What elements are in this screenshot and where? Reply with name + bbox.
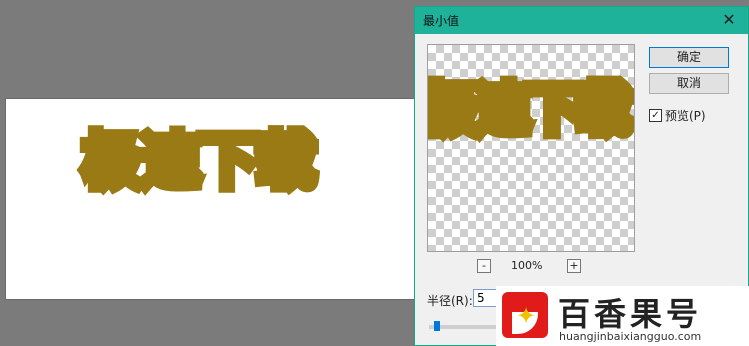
preview-text: 极速下载 xyxy=(427,72,634,147)
cancel-button[interactable]: 取消 xyxy=(649,73,729,94)
zoom-out-button[interactable]: - xyxy=(477,259,491,273)
watermark: ✦ 百香果号 huangjinbaixiangguo.com xyxy=(496,286,749,346)
filter-preview[interactable]: 极速下载 xyxy=(427,44,635,252)
brand-logo-icon: ✦ xyxy=(502,292,548,338)
slider-thumb[interactable] xyxy=(434,321,440,331)
radius-label: 半径(R): xyxy=(427,294,473,308)
dialog-title: 最小值 xyxy=(423,14,460,28)
checkmark-icon[interactable]: ✓ xyxy=(649,109,662,122)
document-canvas: 极速下载 xyxy=(6,99,426,299)
preview-checkbox-label: 预览(P) xyxy=(665,109,706,123)
watermark-brand: 百香果号 xyxy=(558,295,703,333)
preview-checkbox[interactable]: ✓ 预览(P) xyxy=(649,107,706,124)
zoom-level: 100% xyxy=(511,259,543,272)
canvas-text: 极速下载 xyxy=(77,122,321,202)
zoom-controls: - 100% + xyxy=(475,259,595,275)
close-icon[interactable]: ✕ xyxy=(718,9,740,31)
ok-button[interactable]: 确定 xyxy=(649,47,729,68)
zoom-in-button[interactable]: + xyxy=(567,259,581,273)
dialog-titlebar: 最小值 ✕ xyxy=(415,7,748,34)
watermark-site: huangjinbaixiangguo.com xyxy=(559,330,702,343)
